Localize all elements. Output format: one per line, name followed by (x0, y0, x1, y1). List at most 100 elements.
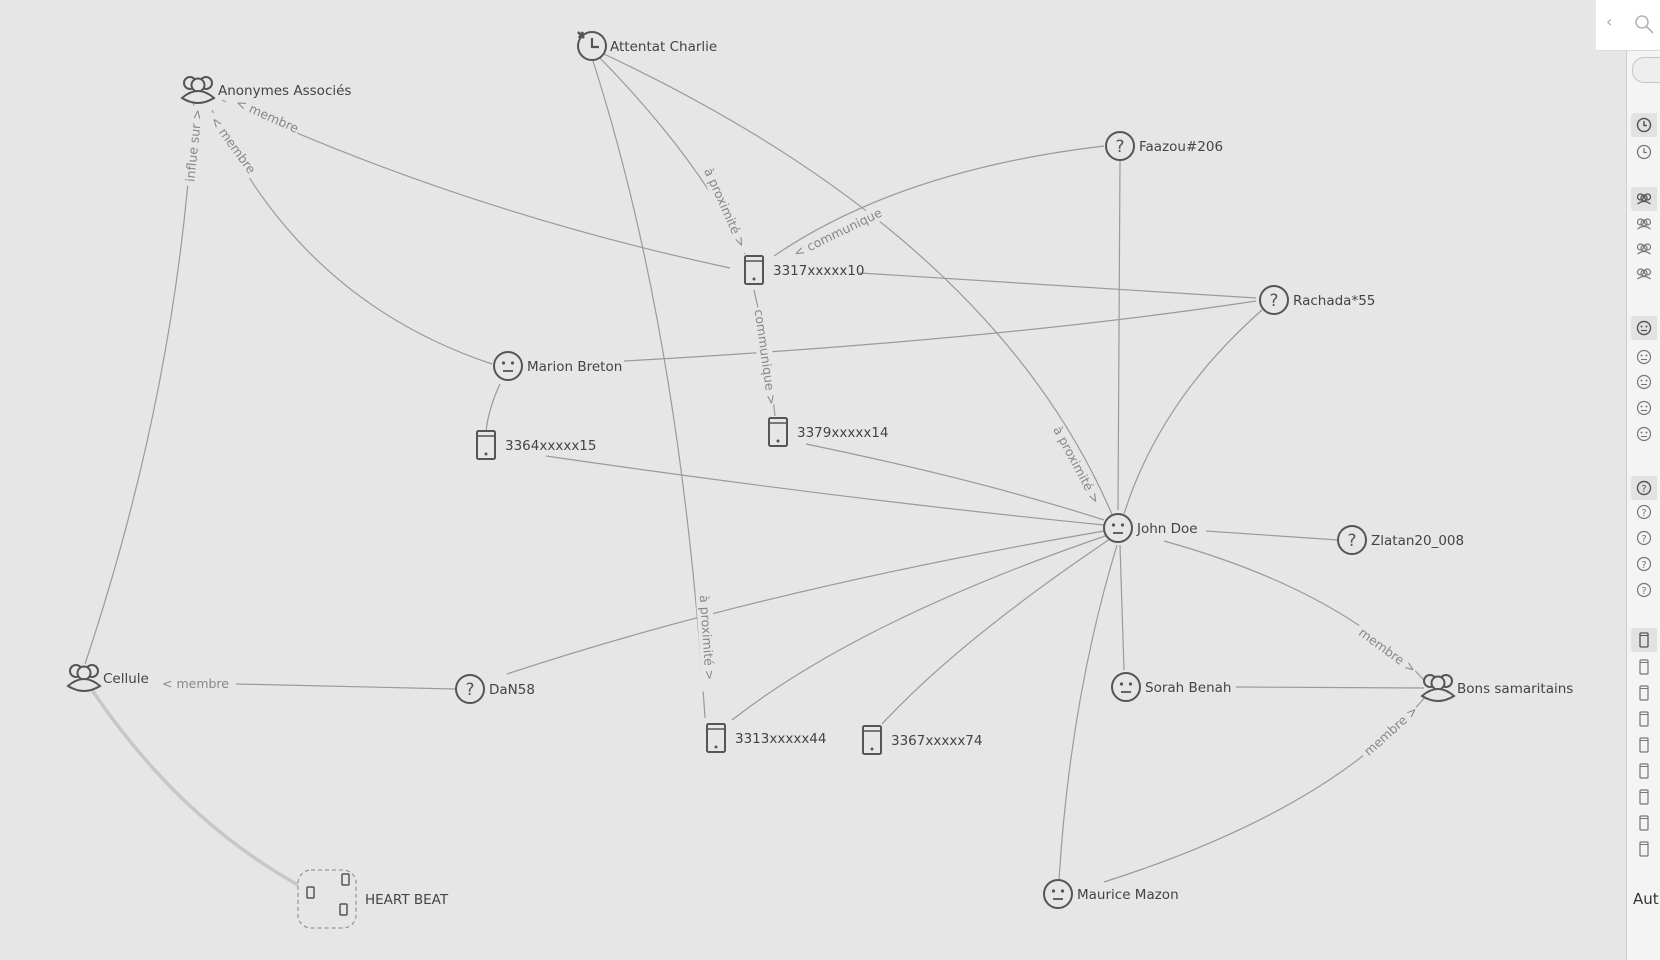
edge-3317-rachada[interactable] (859, 272, 1257, 299)
node-label: HEART BEAT (365, 892, 449, 908)
node-attentat-charlie[interactable]: Attentat Charlie (577, 31, 717, 61)
edge-3364-johndoe[interactable] (545, 455, 1105, 526)
node-zlatan20[interactable]: ? Zlatan20_008 (1337, 525, 1464, 555)
node-phone-3367[interactable]: 3367xxxxx74 (862, 725, 982, 755)
filter-person-icon[interactable] (1636, 374, 1652, 390)
node-phone-3364[interactable]: 3364xxxxx15 (476, 430, 596, 460)
edge-cellule-anonymes[interactable] (84, 97, 195, 665)
node-label: Cellule (103, 671, 149, 687)
node-maurice-mazon[interactable]: Maurice Mazon (1043, 879, 1179, 909)
node-marion-breton[interactable]: Marion Breton (493, 351, 622, 381)
edge-johndoe-3313[interactable] (731, 534, 1109, 721)
node-heart-beat[interactable]: HEART BEAT (297, 869, 449, 929)
phone-icon (744, 255, 764, 285)
edge-marion-3364[interactable] (485, 383, 501, 433)
node-label: 3364xxxxx15 (505, 438, 596, 454)
question-mark-icon: ? (1105, 131, 1135, 161)
edge-johndoe-maurice[interactable] (1058, 544, 1118, 881)
edges (84, 53, 1427, 888)
group-icon (180, 76, 216, 104)
node-phone-3317[interactable]: 3317xxxxx10 (744, 255, 864, 285)
edge-johndoe-zlatan[interactable] (1205, 530, 1339, 541)
filter-phone-icon[interactable] (1636, 841, 1652, 857)
edge-sorah-bons[interactable] (1235, 686, 1425, 689)
link-graph: < membre < membre influe sur > à proximi… (66, 31, 1573, 929)
filter-phone-icon[interactable] (1636, 711, 1652, 727)
node-anonymes-associes[interactable]: Anonymes Associés (180, 76, 351, 104)
panel-bottom-text: Aut (1633, 890, 1659, 908)
filter-person-icon[interactable] (1636, 349, 1652, 365)
filter-phone-icon[interactable] (1636, 789, 1652, 805)
node-label: Bons samaritains (1457, 681, 1573, 697)
filter-group-icon[interactable] (1636, 216, 1652, 232)
question-mark-icon: ? (1337, 525, 1367, 555)
filter-unknown-icon[interactable]: ? (1636, 582, 1652, 598)
filter-person-icon[interactable] (1636, 426, 1652, 442)
edge-marion-rachada[interactable] (623, 300, 1257, 362)
filter-phone-icon[interactable] (1631, 628, 1657, 652)
edge-label-maurice-bons: membre > (1361, 703, 1421, 759)
node-dan58[interactable]: ? DaN58 (455, 674, 535, 704)
node-faazou206[interactable]: ? Faazou#206 (1105, 131, 1223, 161)
node-bons-samaritains[interactable]: Bons samaritains (1420, 674, 1573, 702)
filter-unknown-icon[interactable]: ? (1636, 556, 1652, 572)
edge-rachada-johndoe[interactable] (1123, 309, 1263, 515)
filter-unknown-icon[interactable]: ? (1636, 530, 1652, 546)
filter-phone-icon[interactable] (1636, 737, 1652, 753)
edge-attentat-johndoe[interactable] (603, 53, 1117, 525)
filter-phone-icon[interactable] (1636, 763, 1652, 779)
collapse-chevron-icon[interactable]: ‹ (1606, 12, 1612, 31)
filter-phone-icon[interactable] (1636, 685, 1652, 701)
filter-phone-icon[interactable] (1636, 815, 1652, 831)
filter-group-icon[interactable] (1636, 266, 1652, 282)
filter-unknown-icon[interactable]: ? (1636, 504, 1652, 520)
edge-johndoe-sorah[interactable] (1119, 544, 1125, 671)
node-john-doe[interactable]: John Doe (1103, 513, 1198, 543)
node-label: Marion Breton (527, 359, 622, 375)
edge-attentat-3313[interactable] (591, 57, 706, 719)
phone-icon (476, 430, 496, 460)
node-label: Maurice Mazon (1077, 887, 1179, 903)
svg-text:?: ? (1269, 291, 1278, 311)
node-label: Zlatan20_008 (1371, 533, 1464, 549)
edge-label-anon-3317: < membre (234, 95, 302, 136)
filter-phone-icon[interactable] (1636, 659, 1652, 675)
node-cellule[interactable]: Cellule (66, 664, 149, 692)
edge-label-attentat-3317: à proximité > (701, 165, 749, 249)
edge-label-attentat-johndoe: à proximité > (1050, 424, 1103, 506)
phone-icon (706, 723, 726, 753)
filter-event-icon[interactable] (1636, 144, 1652, 160)
filter-group-icon[interactable] (1636, 241, 1652, 257)
svg-text:?: ? (1641, 484, 1646, 495)
panel-toggle-switch[interactable] (1632, 57, 1660, 83)
filter-event-icon[interactable] (1631, 113, 1657, 137)
filter-unknown-icon[interactable]: ? (1631, 476, 1657, 500)
filter-group-icon[interactable] (1631, 187, 1657, 211)
edge-faazou-johndoe[interactable] (1117, 159, 1121, 511)
svg-text:?: ? (1641, 560, 1646, 571)
filter-person-icon[interactable] (1636, 400, 1652, 416)
edge-cellule-heartbeat[interactable] (90, 689, 301, 888)
edge-cellule-dan58[interactable] (235, 683, 456, 690)
phone-icon (862, 725, 882, 755)
group-icon (66, 664, 102, 692)
node-phone-3313[interactable]: 3313xxxxx44 (706, 723, 826, 753)
person-face-icon (493, 351, 523, 381)
node-phone-3379[interactable]: 3379xxxxx14 (768, 417, 888, 447)
edge-label-3317-3379: communique > (752, 308, 780, 405)
node-rachada55[interactable]: ? Rachada*55 (1259, 285, 1375, 315)
question-mark-icon: ? (455, 674, 485, 704)
node-label: John Doe (1136, 521, 1198, 537)
search-icon[interactable] (1632, 12, 1656, 36)
edge-maurice-bons[interactable] (1103, 695, 1427, 883)
edge-anonymes-marion[interactable] (211, 109, 493, 365)
svg-text:?: ? (1115, 137, 1124, 157)
node-label: 3367xxxxx74 (891, 733, 982, 749)
edge-label-attentat-3313: à proximité > (697, 595, 718, 681)
filter-person-icon[interactable] (1631, 316, 1657, 340)
right-side-panel: ? ? ? ? ? Aut (1626, 0, 1660, 960)
phone-icon (768, 417, 788, 447)
edge-label-anon-marion: < membre (208, 113, 260, 176)
edge-johndoe-dan58[interactable] (506, 530, 1105, 675)
node-sorah-benah[interactable]: Sorah Benah (1111, 672, 1231, 702)
